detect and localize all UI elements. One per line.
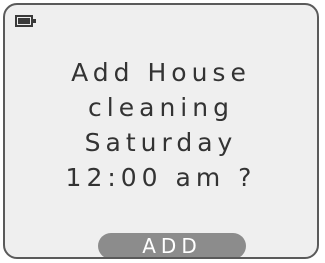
battery-icon (15, 15, 36, 27)
message-line-3: Saturday (84, 128, 238, 157)
confirmation-message: Add House cleaning Saturday 12:00 am ? (5, 55, 317, 195)
message-line-4: 12:00 am ? (65, 163, 257, 192)
battery-level (18, 18, 30, 24)
add-button[interactable]: ADD (98, 233, 246, 257)
battery-terminal (33, 19, 36, 23)
message-line-1: Add House (71, 58, 251, 87)
device-screen: Add House cleaning Saturday 12:00 am ? A… (3, 3, 319, 259)
message-line-2: cleaning (88, 93, 234, 122)
